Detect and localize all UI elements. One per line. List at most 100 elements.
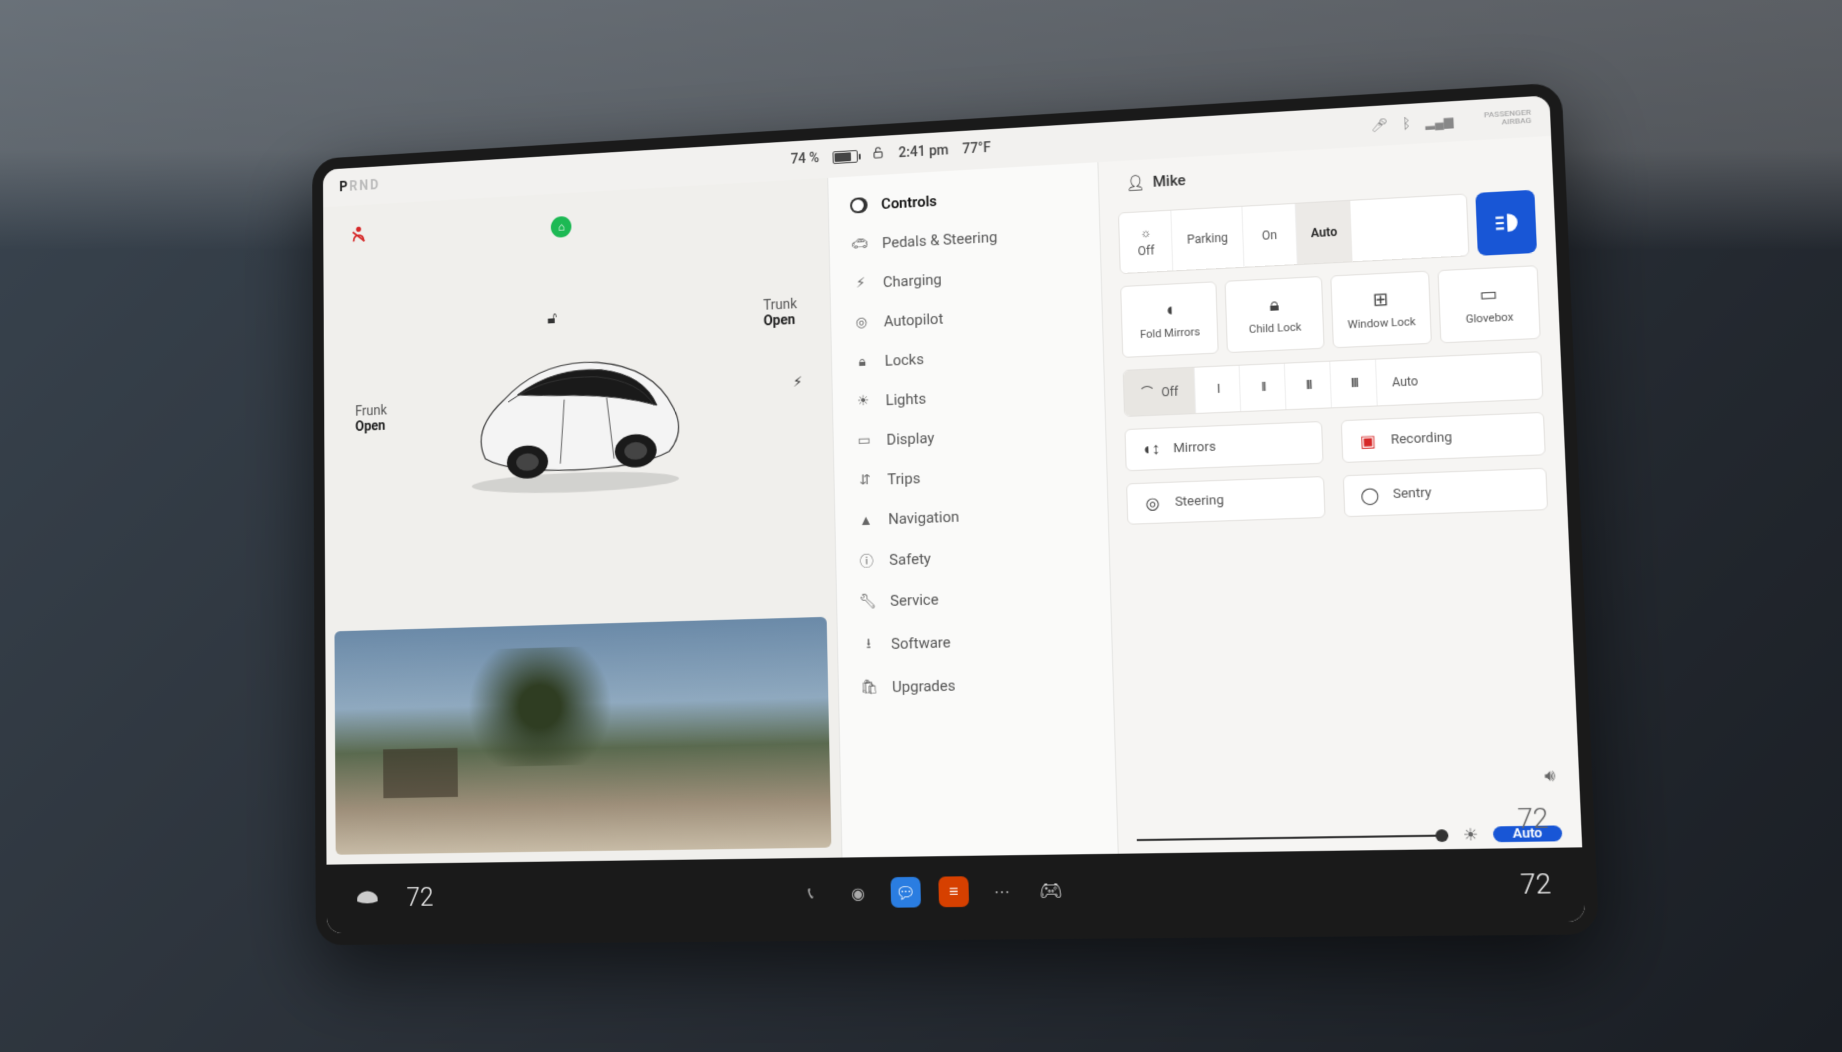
- opt-label: Auto: [1311, 225, 1338, 240]
- screen-root: PRND 74 % 2:41 pm 77°F 🎤︎ ᛒ ▂▄▆ PASSENGE…: [323, 95, 1586, 933]
- lights-parking[interactable]: Parking: [1172, 207, 1245, 271]
- brightness-slider[interactable]: [1137, 834, 1448, 841]
- wipers-1[interactable]: I: [1195, 366, 1241, 413]
- menu-label: Trips: [887, 469, 920, 488]
- display-icon: ▭: [855, 432, 873, 449]
- sentry-icon: ◯: [1359, 485, 1381, 505]
- volume-icon[interactable]: 🔊︎: [1544, 765, 1556, 786]
- bluetooth-icon[interactable]: ᛒ: [1402, 116, 1411, 133]
- status-right: 🎤︎ ᛒ ▂▄▆ PASSENGER AIRBAG: [1370, 109, 1531, 135]
- quick-label: Child Lock: [1249, 320, 1302, 336]
- frunk-label: Frunk: [355, 403, 387, 420]
- light-icon: ☀︎: [854, 393, 872, 410]
- info-icon: ⓘ: [858, 551, 876, 571]
- quick-label: Window Lock: [1347, 315, 1416, 331]
- wipers-row: ⌒ Off I II III IIII Auto: [1123, 351, 1543, 417]
- wipers-4[interactable]: IIII: [1331, 360, 1378, 408]
- toggle-icon: [850, 197, 868, 214]
- dock-phone-icon[interactable]: 📞︎: [796, 878, 826, 909]
- dock-camera-icon[interactable]: ◉: [843, 877, 873, 908]
- mic-icon[interactable]: 🎤︎: [1370, 118, 1388, 134]
- dock-apps: 📞︎ ◉ 💬︎ ≡ ⋯ 🎮︎: [796, 875, 1067, 909]
- status-center: 74 % 2:41 pm 77°F: [790, 139, 991, 168]
- clock: 2:41 pm: [898, 143, 948, 162]
- main-area: ⌂ 🔓︎ Frunk Open Trunk Open ⚡︎: [323, 136, 1582, 865]
- vehicle-touchscreen: PRND 74 % 2:41 pm 77°F 🎤︎ ᛒ ▂▄▆ PASSENGE…: [312, 82, 1599, 945]
- steering-wheel-icon: ◎: [853, 314, 871, 331]
- window-lock-button[interactable]: ⊞ Window Lock: [1330, 271, 1432, 349]
- ghost-label: Recording: [1390, 430, 1452, 448]
- menu-label: Autopilot: [884, 310, 944, 331]
- menu-label: Navigation: [888, 508, 959, 528]
- opt-label: Off: [1161, 384, 1178, 399]
- menu-label: Charging: [883, 270, 942, 291]
- homelink-icon[interactable]: ⌂: [551, 216, 572, 238]
- camera-feed[interactable]: [334, 617, 831, 855]
- child-lock-button[interactable]: 🔒︎ Child Lock: [1225, 276, 1325, 353]
- wrench-icon: 🔧︎: [859, 593, 877, 610]
- headlights-segment: ☼ Off Parking On Auto: [1118, 193, 1469, 274]
- adjust-steering-button[interactable]: ◎ Steering: [1126, 476, 1325, 525]
- menu-label: Upgrades: [892, 676, 956, 696]
- opt-label: On: [1262, 228, 1278, 243]
- menu-label: Display: [886, 429, 934, 449]
- high-beam-button[interactable]: [1475, 190, 1537, 256]
- airbag-label: PASSENGER AIRBAG: [1468, 109, 1532, 129]
- bag-icon: 🛍︎: [860, 679, 878, 695]
- driver-temp[interactable]: 72: [406, 883, 433, 913]
- menu-label: Pedals & Steering: [882, 228, 998, 252]
- trunk-action: Open: [763, 312, 795, 329]
- dock-messages-icon[interactable]: 💬︎: [890, 877, 921, 908]
- dock-toybox-icon[interactable]: 🎮︎: [1035, 875, 1066, 906]
- dock-right: 72: [1520, 869, 1552, 901]
- trunk-button[interactable]: Trunk Open: [763, 296, 797, 329]
- ghost-label: Steering: [1175, 493, 1224, 510]
- gear-selected: P: [339, 179, 349, 195]
- mirror-adjust-icon: ◖↕: [1140, 439, 1161, 460]
- frunk-button[interactable]: Frunk Open: [355, 403, 387, 435]
- battery-icon: [833, 149, 858, 163]
- glovebox-icon: ▭: [1479, 284, 1498, 306]
- fold-mirrors-button[interactable]: ◖ Fold Mirrors: [1121, 281, 1219, 358]
- quick-actions: ◖ Fold Mirrors 🔒︎ Child Lock ⊞ Window Lo…: [1121, 265, 1541, 358]
- person-icon: 👤︎: [1125, 173, 1145, 192]
- profile-name: Mike: [1152, 171, 1186, 191]
- dock-more-icon[interactable]: ⋯: [986, 876, 1017, 907]
- wipers-auto[interactable]: Auto: [1376, 357, 1433, 405]
- wipers-2[interactable]: II: [1240, 364, 1287, 411]
- tick: IIII: [1350, 376, 1357, 392]
- outside-temp: 77°F: [962, 140, 991, 157]
- charge-port-icon[interactable]: ⚡︎: [793, 374, 803, 390]
- brightness-row: ☀︎ Auto: [1137, 813, 1563, 854]
- opt-label: Off: [1138, 243, 1155, 258]
- headlights-row: ☼ Off Parking On Auto: [1118, 190, 1537, 274]
- lights-off[interactable]: ☼ Off: [1119, 211, 1173, 273]
- seatbelt-warning-icon: [349, 224, 369, 252]
- adjust-mirrors-button[interactable]: ◖↕ Mirrors: [1125, 421, 1324, 471]
- trips-icon: ⇵: [856, 472, 874, 489]
- car-dock-icon[interactable]: [354, 887, 380, 911]
- lights-on[interactable]: On: [1242, 204, 1297, 267]
- wipers-off[interactable]: ⌒ Off: [1124, 368, 1196, 416]
- sentry-button[interactable]: ◯ Sentry: [1343, 468, 1548, 518]
- tick: I: [1217, 382, 1219, 397]
- opt-label: Parking: [1187, 231, 1229, 247]
- adjust-row-2: ◎ Steering ◯ Sentry: [1126, 468, 1548, 525]
- window-lock-icon: ⊞: [1372, 289, 1389, 311]
- lights-auto[interactable]: Auto: [1296, 201, 1353, 264]
- lock-open-icon[interactable]: [871, 145, 885, 163]
- car-render[interactable]: [452, 333, 698, 498]
- glovebox-button[interactable]: ▭ Glovebox: [1438, 265, 1541, 343]
- passenger-temp[interactable]: 72: [1520, 869, 1552, 901]
- wipers-3[interactable]: III: [1285, 362, 1332, 410]
- menu-upgrades[interactable]: 🛍︎ Upgrades: [839, 661, 1114, 708]
- battery-percent: 74 %: [790, 150, 819, 167]
- car-lock-icon[interactable]: 🔓︎: [547, 309, 557, 329]
- car-side-icon: 🚗︎: [851, 236, 869, 253]
- right-temp-preview: 72: [1517, 803, 1549, 835]
- dock-app-red[interactable]: ≡: [938, 876, 969, 907]
- dashcam-recording-button[interactable]: ▣ Recording: [1341, 412, 1546, 463]
- menu-label: Service: [890, 590, 939, 609]
- menu-software[interactable]: ⭳ Software: [838, 615, 1113, 669]
- gear-indicator: PRND: [339, 178, 380, 195]
